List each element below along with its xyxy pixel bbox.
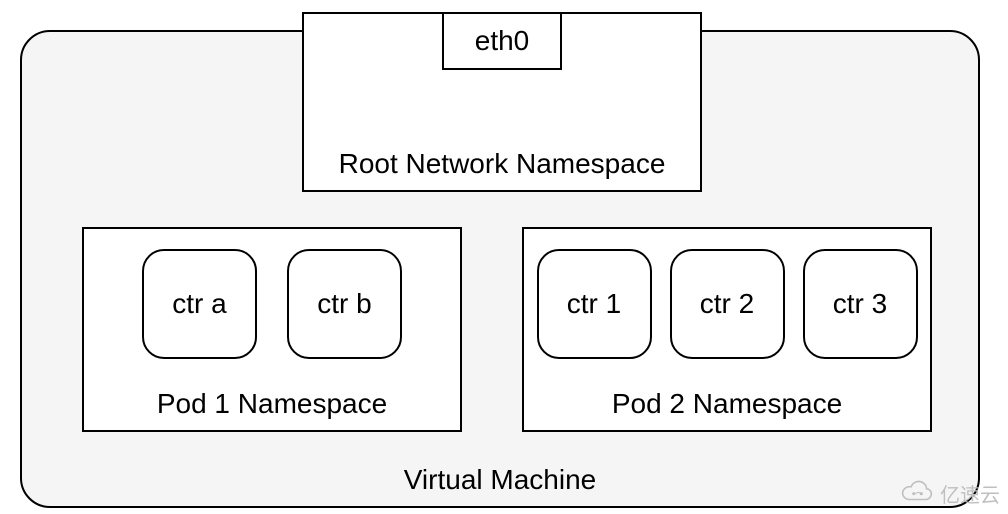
pod2-label: Pod 2 Namespace [612, 388, 842, 420]
pod2-namespace-box: ctr 1 ctr 2 ctr 3 Pod 2 Namespace [522, 227, 932, 432]
cloud-icon [900, 480, 934, 508]
container-label: ctr 3 [833, 288, 887, 320]
container-label: ctr 1 [567, 288, 621, 320]
vm-label: Virtual Machine [404, 464, 596, 496]
root-network-namespace-box: eth0 Root Network Namespace [302, 12, 702, 192]
pod1-container-row: ctr a ctr b [84, 249, 460, 359]
container-box: ctr a [142, 249, 257, 359]
watermark: 亿速云 [900, 479, 1000, 508]
pod1-label: Pod 1 Namespace [157, 388, 387, 420]
container-label: ctr a [172, 288, 226, 320]
root-ns-label: Root Network Namespace [339, 148, 666, 180]
container-box: ctr 1 [537, 249, 652, 359]
container-box: ctr 3 [803, 249, 918, 359]
container-label: ctr b [317, 288, 371, 320]
container-box: ctr b [287, 249, 402, 359]
watermark-text: 亿速云 [940, 479, 1000, 508]
pod2-container-row: ctr 1 ctr 2 ctr 3 [524, 249, 930, 359]
eth0-label: eth0 [475, 25, 530, 57]
eth0-interface-box: eth0 [442, 12, 562, 70]
container-box: ctr 2 [670, 249, 785, 359]
virtual-machine-box: eth0 Root Network Namespace ctr a ctr b … [20, 30, 980, 508]
container-label: ctr 2 [700, 288, 754, 320]
pod1-namespace-box: ctr a ctr b Pod 1 Namespace [82, 227, 462, 432]
